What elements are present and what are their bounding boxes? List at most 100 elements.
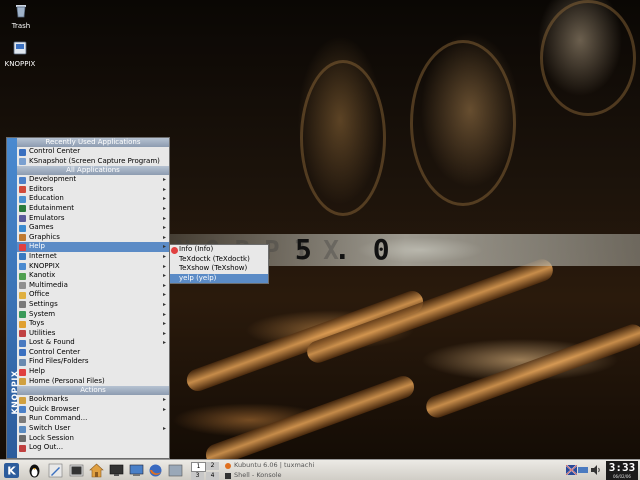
wallpaper-spring bbox=[410, 40, 516, 206]
knoppix-drive-label: KNOPPIX bbox=[4, 60, 36, 68]
menu-item-toys[interactable]: Toys ▸ bbox=[17, 319, 169, 329]
monitor-icon[interactable] bbox=[109, 463, 124, 478]
help-item-yelp-yelp[interactable]: yelp (yelp) bbox=[170, 273, 268, 284]
taskbar: K 1 2 3 4 Kubuntu 6.06 | tuxmachi Shell … bbox=[0, 459, 640, 480]
menu-item-graphics[interactable]: Graphics ▸ bbox=[17, 233, 169, 243]
menu-item-label: Internet bbox=[29, 251, 57, 260]
menu-item-label: Development bbox=[29, 175, 77, 184]
menu-action-lock-session[interactable]: Lock Session bbox=[17, 434, 169, 444]
trash-label: Trash bbox=[11, 22, 31, 30]
tux-icon[interactable] bbox=[27, 463, 42, 478]
submenu-arrow-icon: ▸ bbox=[162, 320, 166, 328]
menu-action-label: Log Out... bbox=[29, 443, 64, 452]
menu-item-help[interactable]: Help ▸ bbox=[17, 242, 169, 252]
menu-item-editors[interactable]: Editors ▸ bbox=[17, 185, 169, 195]
help-item-label: TeXshow (TeXshow) bbox=[179, 264, 248, 273]
control-center-icon bbox=[19, 148, 26, 156]
desktop-icon-knoppix[interactable]: KNOPPIX bbox=[0, 40, 40, 68]
menu-item-label: Kanotix bbox=[29, 271, 56, 280]
menu-item-internet[interactable]: Internet ▸ bbox=[17, 252, 169, 262]
knoppix-icon bbox=[19, 263, 26, 271]
menu-action-log-out[interactable]: Log Out... bbox=[17, 443, 169, 453]
run-command-icon bbox=[19, 415, 26, 423]
menu-action-switch-user[interactable]: Switch User ▸ bbox=[17, 424, 169, 434]
menu-item-control-center[interactable]: Control Center bbox=[17, 348, 169, 358]
task-konsole[interactable]: Shell - Konsole bbox=[224, 471, 316, 480]
submenu-arrow-icon: ▸ bbox=[162, 405, 166, 413]
menu-item-label: Graphics bbox=[29, 232, 60, 241]
menu-item-system[interactable]: System ▸ bbox=[17, 310, 169, 320]
menu-item-label: Settings bbox=[29, 299, 58, 308]
office-icon bbox=[19, 291, 26, 299]
menu-item-help[interactable]: Help bbox=[17, 367, 169, 377]
menu-action-run-command[interactable]: Run Command... bbox=[17, 414, 169, 424]
menu-item-label: Toys bbox=[29, 319, 45, 328]
keyboard-layout-icon[interactable] bbox=[566, 465, 577, 475]
menu-item-kanotix[interactable]: Kanotix ▸ bbox=[17, 271, 169, 281]
pager-desktop-3[interactable]: 3 bbox=[191, 472, 204, 480]
firefox-icon[interactable] bbox=[148, 463, 163, 478]
desktop-icon-trash[interactable]: Trash bbox=[1, 2, 41, 30]
editors-icon bbox=[19, 186, 26, 194]
kanotix-icon bbox=[19, 272, 26, 280]
display-icon[interactable] bbox=[129, 463, 144, 478]
pager-desktop-4[interactable]: 4 bbox=[206, 472, 219, 480]
submenu-arrow-icon: ▸ bbox=[162, 310, 166, 318]
menu-item-label: Emulators bbox=[29, 213, 65, 222]
menu-action-bookmarks[interactable]: Bookmarks ▸ bbox=[17, 395, 169, 405]
show-desktop-icon[interactable] bbox=[168, 463, 183, 478]
all-apps-header: All Applications bbox=[17, 166, 169, 176]
k-menu-button-icon[interactable]: K bbox=[4, 463, 19, 478]
system-icon bbox=[19, 311, 26, 318]
menu-item-utilities[interactable]: Utilities ▸ bbox=[17, 329, 169, 339]
menu-item-label: Find Files/Folders bbox=[29, 357, 89, 366]
help-item-info-info[interactable]: Info (Info) bbox=[170, 245, 268, 255]
submenu-arrow-icon: ▸ bbox=[162, 300, 166, 308]
menu-item-games[interactable]: Games ▸ bbox=[17, 223, 169, 233]
menu-recent-item-ksnapshot-screen-capture-program[interactable]: KSnapshot (Screen Capture Program) bbox=[17, 157, 169, 167]
menu-item-find-files-folders[interactable]: Find Files/Folders bbox=[17, 357, 169, 367]
pager-desktop-1[interactable]: 1 bbox=[191, 462, 206, 472]
emulators-icon bbox=[19, 215, 26, 223]
menu-item-multimedia[interactable]: Multimedia ▸ bbox=[17, 281, 169, 291]
submenu-arrow-icon: ▸ bbox=[162, 243, 166, 251]
menu-item-emulators[interactable]: Emulators ▸ bbox=[17, 214, 169, 224]
actions-header: Actions bbox=[17, 386, 169, 396]
menu-item-label: Games bbox=[29, 223, 54, 232]
submenu-arrow-icon: ▸ bbox=[162, 396, 166, 404]
menu-item-development[interactable]: Development ▸ bbox=[17, 175, 169, 185]
menu-item-edutainment[interactable]: Edutainment ▸ bbox=[17, 204, 169, 214]
menu-item-office[interactable]: Office ▸ bbox=[17, 290, 169, 300]
clock-time: 3:33 bbox=[608, 461, 636, 474]
volume-icon[interactable] bbox=[590, 464, 602, 476]
menu-item-label: Office bbox=[29, 290, 50, 299]
home-icon[interactable] bbox=[89, 463, 104, 478]
terminal-icon[interactable] bbox=[69, 463, 84, 478]
menu-item-education[interactable]: Education ▸ bbox=[17, 194, 169, 204]
menu-item-label: Help bbox=[29, 367, 45, 376]
wallpaper-spring bbox=[540, 0, 636, 116]
wallpaper-rod bbox=[202, 373, 418, 459]
pager-desktop-2[interactable]: 2 bbox=[206, 462, 219, 470]
help-icon bbox=[19, 368, 26, 376]
network-icon[interactable] bbox=[578, 465, 588, 475]
submenu-arrow-icon: ▸ bbox=[162, 291, 166, 299]
k-menu: KNOPPIX Recently Used Applications Contr… bbox=[6, 137, 170, 459]
menu-recent-item-control-center[interactable]: Control Center bbox=[17, 147, 169, 157]
menu-item-label: Education bbox=[29, 194, 64, 203]
menu-item-knoppix[interactable]: KNOPPIX ▸ bbox=[17, 262, 169, 272]
submenu-arrow-icon: ▸ bbox=[162, 281, 166, 289]
help-item-texshow-texshow[interactable]: TeXshow (TeXshow) bbox=[170, 264, 268, 274]
submenu-arrow-icon: ▸ bbox=[162, 339, 166, 347]
menu-item-settings[interactable]: Settings ▸ bbox=[17, 300, 169, 310]
menu-action-quick-browser[interactable]: Quick Browser ▸ bbox=[17, 405, 169, 415]
pencil-icon[interactable] bbox=[48, 463, 63, 478]
menu-item-home-personal-files[interactable]: Home (Personal Files) bbox=[17, 377, 169, 387]
log-out-icon bbox=[19, 444, 26, 452]
menu-item-label: Edutainment bbox=[29, 203, 75, 212]
task-browser[interactable]: Kubuntu 6.06 | tuxmachi bbox=[224, 461, 316, 471]
menu-item-lost-found[interactable]: Lost & Found ▸ bbox=[17, 338, 169, 348]
menu-item-label: Utilities bbox=[29, 328, 56, 337]
help-item-texdoctk-texdoctk[interactable]: TeXdoctk (TeXdoctk) bbox=[170, 255, 268, 265]
clock[interactable]: 3:33 06/02/06 bbox=[606, 461, 638, 480]
